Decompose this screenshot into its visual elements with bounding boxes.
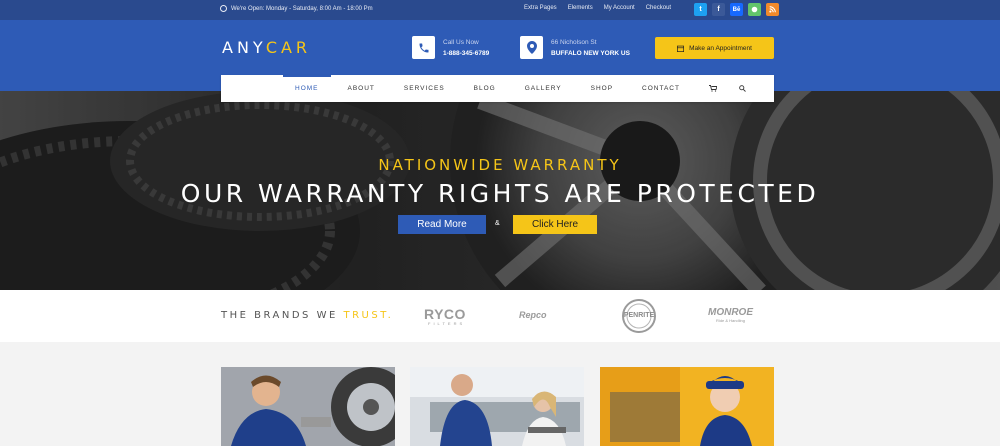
monroe-name: MONROE	[708, 307, 753, 318]
location-pin-icon	[520, 36, 543, 59]
logo-any: ANY	[222, 38, 266, 57]
service-card-image-3[interactable]	[600, 367, 774, 446]
behance-icon[interactable]: Bē	[730, 3, 743, 16]
nav-item-blog[interactable]: BLOG	[474, 75, 496, 102]
top-links: Extra Pages Elements My Account Checkout	[524, 5, 671, 11]
search-icon[interactable]	[739, 85, 746, 92]
nav-item-home[interactable]: HOME	[283, 75, 330, 102]
repco-name: Repco	[519, 310, 547, 320]
social-links: t f Bē	[694, 3, 779, 16]
top-link-my-account[interactable]: My Account	[604, 5, 635, 11]
main-nav: HOME ABOUT SERVICES BLOG GALLERY SHOP CO…	[221, 75, 774, 102]
phone-icon	[412, 36, 435, 59]
service-card-image-1[interactable]	[221, 367, 395, 446]
chat-icon[interactable]	[748, 3, 761, 16]
service-card-image-2[interactable]	[410, 367, 584, 446]
read-more-button[interactable]: Read More	[398, 215, 486, 234]
nav-item-shop[interactable]: SHOP	[591, 75, 613, 102]
top-link-checkout[interactable]: Checkout	[646, 5, 671, 11]
top-bar: We're Open: Monday - Saturday, 8:00 Am -…	[0, 0, 1000, 20]
twitter-icon[interactable]: t	[694, 3, 707, 16]
nav-item-contact[interactable]: CONTACT	[642, 75, 680, 102]
make-appointment-label: Make an Appointment	[689, 44, 752, 52]
make-appointment-button[interactable]: Make an Appointment	[655, 37, 774, 59]
nav-item-services[interactable]: SERVICES	[404, 75, 445, 102]
facebook-icon[interactable]: f	[712, 3, 725, 16]
hero-subtitle: NATIONWIDE WARRANTY	[378, 156, 622, 174]
address-contact: 66 Nicholson St BUFFALO NEW YORK US	[520, 36, 630, 59]
brands-heading: THE BRANDS WE TRUST.	[221, 310, 393, 321]
penrite-logo[interactable]: PENRITE	[617, 298, 661, 334]
phone-contact: Call Us Now 1-888-345-6789	[412, 36, 489, 59]
cart-icon[interactable]	[708, 85, 717, 92]
ryco-sub: FILTERS	[428, 321, 466, 326]
hero-ampersand: &	[495, 220, 500, 227]
hero-banner: NATIONWIDE WARRANTY OUR WARRANTY RIGHTS …	[0, 91, 1000, 290]
brands-strip: THE BRANDS WE TRUST. RYCO FILTERS Repco …	[0, 290, 1000, 342]
monroe-logo[interactable]: MONROE Ride & Handling	[708, 307, 753, 323]
brands-heading-a: THE BRANDS WE	[221, 310, 344, 321]
rss-icon[interactable]	[766, 3, 779, 16]
monroe-sub: Ride & Handling	[716, 318, 745, 323]
hero-title: OUR WARRANTY RIGHTS ARE PROTECTED	[180, 179, 820, 208]
phone-label: Call Us Now	[443, 38, 479, 46]
brands-heading-b: TRUST.	[343, 310, 394, 321]
clock-icon	[220, 5, 227, 12]
opening-hours: We're Open: Monday - Saturday, 8:00 Am -…	[220, 5, 373, 12]
phone-number[interactable]: 1-888-345-6789	[443, 48, 489, 59]
opening-hours-text: We're Open: Monday - Saturday, 8:00 Am -…	[231, 5, 373, 12]
penrite-name: PENRITE	[623, 312, 655, 319]
repco-logo[interactable]: Repco	[519, 310, 547, 320]
logo-car: CAR	[265, 38, 312, 57]
ryco-name: RYCO	[424, 306, 466, 322]
top-link-extra-pages[interactable]: Extra Pages	[524, 5, 557, 11]
click-here-button[interactable]: Click Here	[513, 215, 597, 234]
address-line2: BUFFALO NEW YORK US	[551, 49, 630, 57]
nav-item-about[interactable]: ABOUT	[348, 75, 375, 102]
calendar-icon	[677, 45, 685, 52]
ryco-logo[interactable]: RYCO FILTERS	[424, 306, 466, 326]
site-logo[interactable]: ANYCAR	[222, 38, 311, 57]
address-line1: 66 Nicholson St	[551, 38, 597, 46]
nav-item-gallery[interactable]: GALLERY	[525, 75, 562, 102]
top-link-elements[interactable]: Elements	[568, 5, 593, 11]
